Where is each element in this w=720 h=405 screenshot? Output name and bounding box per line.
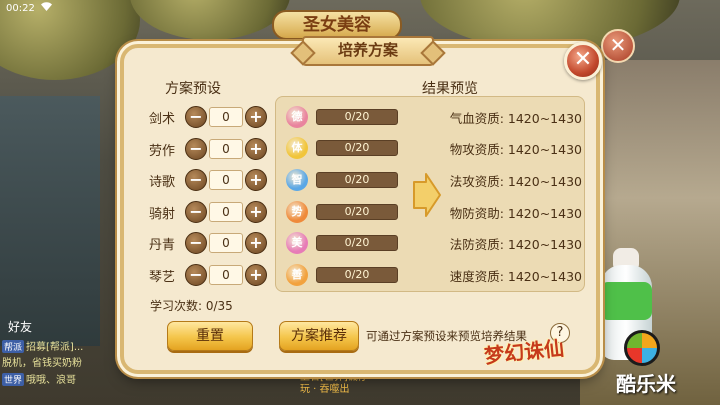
wifi-icon — [40, 2, 52, 14]
plus-button[interactable]: + — [245, 201, 267, 223]
chat-line: 脱机，省钱买奶粉 — [2, 354, 82, 369]
tree-decoration — [130, 0, 290, 40]
tree-decoration — [420, 0, 680, 50]
minus-button[interactable]: − — [185, 138, 207, 160]
skill-value: 0 — [209, 233, 243, 253]
attribute-row: 智 0/20 法攻资质: 1420~1430 — [286, 169, 582, 191]
status-bar: 00:22 — [0, 0, 120, 16]
attribute-range-label: 气血资质: 1420~1430 — [449, 110, 582, 126]
skill-value: 0 — [209, 202, 243, 222]
chat-tag: 帮派 — [2, 340, 25, 353]
chat-tag: 世界 — [2, 373, 25, 386]
attribute-row: 美 0/20 法防资质: 1420~1430 — [286, 232, 582, 254]
attribute-row: 体 0/20 物攻资质: 1420~1430 — [286, 137, 582, 159]
minus-button[interactable]: − — [185, 232, 207, 254]
dialog-title: 培养方案 — [302, 36, 434, 66]
plus-button[interactable]: + — [245, 106, 267, 128]
chat-line: 世界 哦哦、浪哥 — [2, 371, 76, 386]
attribute-icon: 智 — [286, 169, 308, 191]
attribute-progress-bar: 0/20 — [316, 140, 398, 156]
attribute-row: 势 0/20 物防资助: 1420~1430 — [286, 201, 582, 223]
attribute-progress-bar: 0/20 — [316, 109, 398, 125]
progress-text: 0/20 — [344, 110, 370, 123]
attribute-icon: 德 — [286, 106, 308, 128]
attribute-icon: 美 — [286, 232, 308, 254]
site-logo-icon — [624, 330, 660, 366]
minus-button[interactable]: − — [185, 201, 207, 223]
background-close-button[interactable]: ✕ — [601, 29, 635, 63]
skill-value: 0 — [209, 265, 243, 285]
attribute-row: 善 0/20 速度资质: 1420~1430 — [286, 264, 582, 286]
attribute-row: 德 0/20 气血资质: 1420~1430 — [286, 106, 582, 128]
status-time: 00:22 — [6, 2, 35, 14]
skill-label: 丹青 — [149, 237, 176, 253]
attribute-range-label: 物防资助: 1420~1430 — [449, 205, 582, 221]
attribute-range-label: 速度资质: 1420~1430 — [449, 268, 582, 284]
chat-title: 好友 — [8, 320, 33, 334]
skill-label: 劳作 — [149, 143, 176, 159]
progress-text: 0/20 — [344, 205, 370, 218]
site-name: 酷乐米 — [616, 372, 676, 396]
minus-button[interactable]: − — [185, 106, 207, 128]
plus-button[interactable]: + — [245, 138, 267, 160]
chat-text: 脱机，省钱买奶粉 — [2, 358, 82, 369]
progress-text: 0/20 — [344, 236, 370, 249]
skill-row-poetry: 诗歌 − 0 + — [149, 168, 267, 192]
skill-row-sword: 剑术 − 0 + — [149, 105, 267, 129]
minus-button[interactable]: − — [185, 264, 207, 286]
chat-text: 哦哦、浪哥 — [26, 375, 77, 386]
skill-value: 0 — [209, 170, 243, 190]
attribute-range-label: 法攻资质: 1420~1430 — [449, 173, 582, 189]
skill-label: 诗歌 — [149, 174, 176, 190]
plus-button[interactable]: + — [245, 232, 267, 254]
attribute-icon: 善 — [286, 264, 308, 286]
study-count: 学习次数: 0/35 — [150, 299, 233, 313]
plus-button[interactable]: + — [245, 264, 267, 286]
skill-row-painting: 丹青 − 0 + — [149, 231, 267, 255]
preset-section-title: 方案预设 — [165, 81, 221, 97]
attribute-range-label: 物攻资质: 1420~1430 — [449, 141, 582, 157]
bottle-band — [600, 282, 652, 320]
progress-text: 0/20 — [344, 268, 370, 281]
attribute-progress-bar: 0/20 — [316, 235, 398, 251]
attribute-progress-bar: 0/20 — [316, 172, 398, 188]
plus-button[interactable]: + — [245, 169, 267, 191]
skill-value: 0 — [209, 107, 243, 127]
attribute-progress-bar: 0/20 — [316, 204, 398, 220]
skill-label: 骑射 — [149, 206, 176, 222]
scrolling-notice: 上官[世界]诚仔 玩 · 吞噬出 — [300, 372, 368, 396]
reset-button[interactable]: 重置 — [167, 321, 253, 351]
recommend-plan-button[interactable]: 方案推荐 — [279, 321, 359, 351]
skill-row-archery: 骑射 − 0 + — [149, 200, 267, 224]
skill-value: 0 — [209, 139, 243, 159]
skill-label: 琴艺 — [149, 269, 176, 285]
skill-row-labor: 劳作 − 0 + — [149, 137, 267, 161]
chat-text: 招募[帮派]... — [26, 342, 84, 353]
attribute-range-label: 法防资质: 1420~1430 — [449, 236, 582, 252]
notice-line: 玩 · 吞噬出 — [300, 384, 350, 395]
chat-line: 帮派 招募[帮派]... — [2, 338, 83, 353]
attribute-progress-bar: 0/20 — [316, 267, 398, 283]
close-button[interactable]: ✕ — [564, 42, 602, 80]
skill-row-music: 琴艺 − 0 + — [149, 263, 267, 287]
attribute-icon: 势 — [286, 201, 308, 223]
progress-text: 0/20 — [344, 173, 370, 186]
attribute-icon: 体 — [286, 137, 308, 159]
skill-label: 剑术 — [149, 111, 176, 127]
progress-text: 0/20 — [344, 141, 370, 154]
preview-section-title: 结果预览 — [422, 81, 478, 97]
minus-button[interactable]: − — [185, 169, 207, 191]
